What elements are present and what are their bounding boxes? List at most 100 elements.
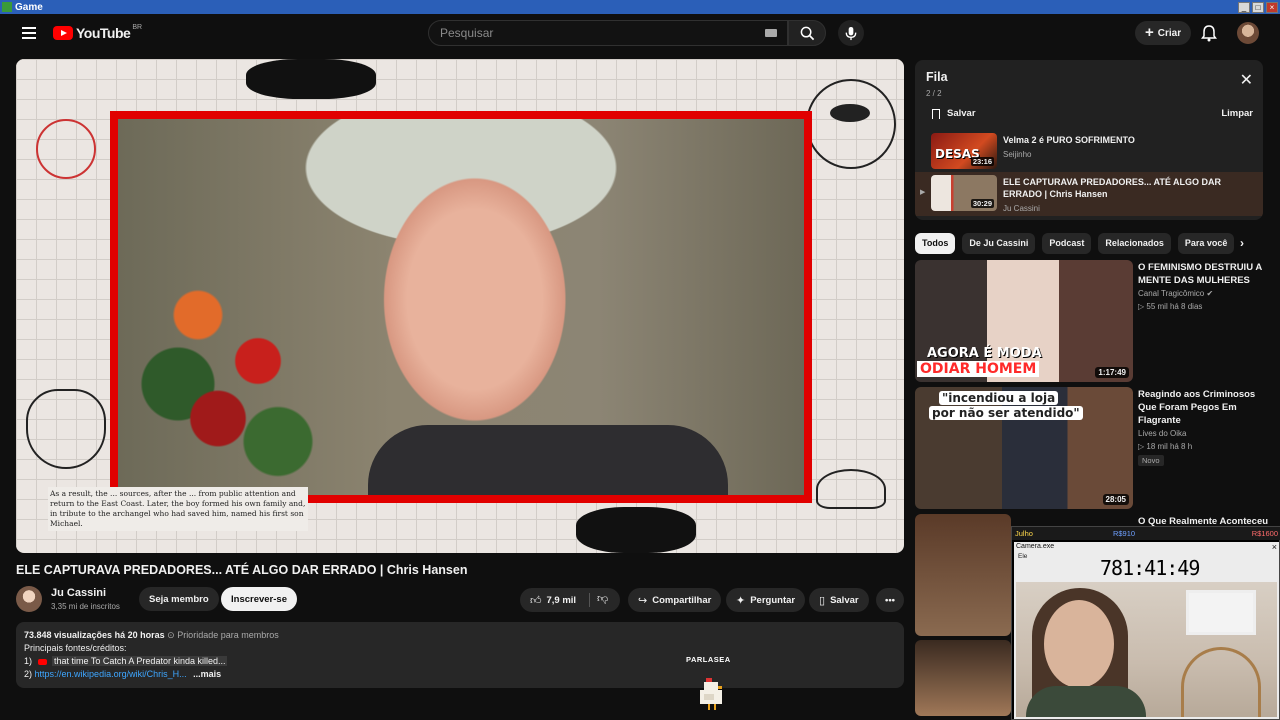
chip-for-you[interactable]: Para você <box>1177 232 1235 254</box>
queue-item-thumbnail: DESAS 23:16 <box>931 133 997 169</box>
search-button[interactable] <box>788 20 826 46</box>
voice-search-button[interactable] <box>838 20 864 46</box>
queue-title: Fila <box>926 70 948 84</box>
window-controls: _ □ × <box>1238 1 1278 13</box>
recommendation-title: O FEMINISMO DESTRUIU A MENTE DAS MULHERE… <box>1138 262 1262 286</box>
members-priority-label: Prioridade para membros <box>177 630 279 640</box>
chicken-sprite-icon <box>700 678 722 710</box>
verified-icon: ✔ <box>1206 289 1214 298</box>
overlay-label: Julho <box>1015 529 1033 538</box>
recommendation-title: Reagindo aos Criminosos Que Foram Pegos … <box>1138 389 1256 426</box>
chip-podcast[interactable]: Podcast <box>1042 232 1092 254</box>
youtube-play-icon <box>53 26 73 40</box>
menu-icon[interactable] <box>22 27 36 39</box>
app-icon <box>2 2 12 12</box>
streamer-body <box>1026 686 1146 717</box>
channel-avatar[interactable] <box>16 586 42 612</box>
skull-doodle <box>816 469 886 509</box>
recommendation-item[interactable]: "incendiou a loja por não ser atendido" … <box>915 387 1280 511</box>
chip-related[interactable]: Relacionados <box>1098 232 1171 254</box>
sparkle-icon: ✦ <box>736 594 746 607</box>
portrait-photo <box>118 119 804 499</box>
subscribe-button[interactable]: Inscrever-se <box>221 587 297 611</box>
chip-from-channel[interactable]: De Ju Cassini <box>962 232 1036 254</box>
maximize-button[interactable]: □ <box>1252 1 1264 13</box>
share-icon: ↪ <box>638 594 648 607</box>
create-button[interactable]: + Criar <box>1135 21 1192 45</box>
join-button[interactable]: Seja membro <box>139 587 219 611</box>
members-priority-icon: ⊙ <box>167 630 175 640</box>
account-avatar[interactable] <box>1237 22 1259 44</box>
keyboard-icon[interactable] <box>765 29 777 37</box>
cat-doodle <box>36 119 96 179</box>
queue-save-button[interactable]: Salvar <box>932 108 976 119</box>
view-count: 73.848 visualizações <box>24 630 113 640</box>
queue-item-channel: Seijinho <box>1003 150 1032 159</box>
close-icon[interactable]: ✕ <box>1240 73 1253 89</box>
thumbs-down-icon[interactable]: 👎︎ <box>597 592 608 605</box>
recommendation-meta: ▷ 18 mil há 8 h <box>1138 442 1193 451</box>
queue-clear-button[interactable]: Limpar <box>1221 108 1253 119</box>
share-button[interactable]: ↪ Compartilhar <box>628 588 722 612</box>
now-playing-icon: ▶ <box>920 189 926 196</box>
recommendation-meta: ▷ 55 mil há 8 dias <box>1138 302 1203 311</box>
eye-doodle <box>806 79 896 169</box>
source-link-2[interactable]: https://en.wikipedia.org/wiki/Chris_H... <box>35 669 187 679</box>
like-count[interactable]: 7,9 mil <box>547 595 577 606</box>
video-title: ELE CAPTURAVA PREDADORES... ATÉ ALGO DAR… <box>16 563 468 577</box>
source-link-1[interactable]: that time To Catch A Predator kinda kill… <box>52 656 228 666</box>
chip-all[interactable]: Todos <box>915 232 956 254</box>
queue-item-current[interactable]: ▶ 30:29 ELE CAPTURAVA PREDADORES... ATÉ … <box>915 172 1263 216</box>
bookmark-icon <box>932 108 940 119</box>
video-player[interactable]: As a result, the ... sources, after the … <box>16 59 904 553</box>
recommendation-thumbnail: "incendiou a loja por não ser atendido" … <box>915 387 1133 509</box>
search-box <box>428 20 788 46</box>
stream-timer: 781:41:49 <box>1100 556 1200 580</box>
camera-window-title: Camera.exe <box>1016 543 1055 550</box>
camera-window: Camera.exe Ele × 781:41:49 <box>1014 542 1279 719</box>
streamer-face <box>1044 600 1114 688</box>
ink-splatter <box>246 59 376 99</box>
search-icon <box>800 26 814 40</box>
overlay-label: PARLASEA <box>686 655 731 664</box>
os-titlebar: Game _ □ × <box>0 0 1280 14</box>
overlay-header: Julho R$910 R$1600 <box>1012 527 1280 540</box>
like-divider <box>589 593 590 607</box>
recommendation-channel: Canal Tragicômico ✔ <box>1138 289 1214 298</box>
youtube-icon <box>37 658 47 665</box>
chevron-right-icon[interactable]: › <box>1240 236 1244 250</box>
queue-item-thumbnail: 30:29 <box>931 175 997 211</box>
more-horizontal-icon: ••• <box>885 594 895 606</box>
close-window-button[interactable]: × <box>1266 1 1278 13</box>
ask-button[interactable]: ✦ Perguntar <box>726 588 806 612</box>
camera-window-subtitle: Ele <box>1018 553 1028 560</box>
overlay-goal-current: R$910 <box>1112 529 1136 538</box>
upload-time: há 20 horas <box>114 630 165 640</box>
video-caption-text: As a result, the ... sources, after the … <box>48 487 308 531</box>
window-title: Game <box>15 1 43 13</box>
recommendation-thumbnail <box>915 640 1011 716</box>
notifications-bell-icon[interactable] <box>1200 24 1218 42</box>
chair <box>1181 647 1261 717</box>
queue-item-title: ELE CAPTURAVA PREDADORES... ATÉ ALGO DAR… <box>1003 177 1222 199</box>
youtube-logo[interactable]: YouTube BR <box>53 24 142 41</box>
thumbs-up-icon[interactable]: 👍︎ <box>530 594 542 607</box>
new-badge: Novo <box>1138 455 1164 466</box>
queue-item[interactable]: DESAS 23:16 Velma 2 é PURO SOFRIMENTO Se… <box>915 130 1263 170</box>
microphone-icon <box>845 26 857 40</box>
room-window <box>1186 590 1256 635</box>
queue-item-channel: Ju Cassini <box>1003 204 1040 213</box>
queue-item-title: Velma 2 é PURO SOFRIMENTO <box>1003 135 1135 145</box>
heart-doodle <box>26 389 106 469</box>
description-box[interactable]: 73.848 visualizações há 20 horas ⊙ Prior… <box>16 622 904 688</box>
show-more-button[interactable]: ...mais <box>193 669 221 679</box>
search-input[interactable] <box>440 26 750 40</box>
recommendation-item[interactable]: AGORA É MODA ODIAR HOMEM 1:17:49 O FEMIN… <box>915 260 1280 384</box>
save-button[interactable]: ▯ Salvar <box>809 588 869 612</box>
webcam-feed <box>1016 582 1277 717</box>
minimize-button[interactable]: _ <box>1238 1 1250 13</box>
close-icon: × <box>1271 542 1277 552</box>
more-actions-button[interactable]: ••• <box>876 588 904 612</box>
channel-name[interactable]: Ju Cassini <box>51 587 106 599</box>
recommendation-thumbnail: AGORA É MODA ODIAR HOMEM 1:17:49 <box>915 260 1133 382</box>
